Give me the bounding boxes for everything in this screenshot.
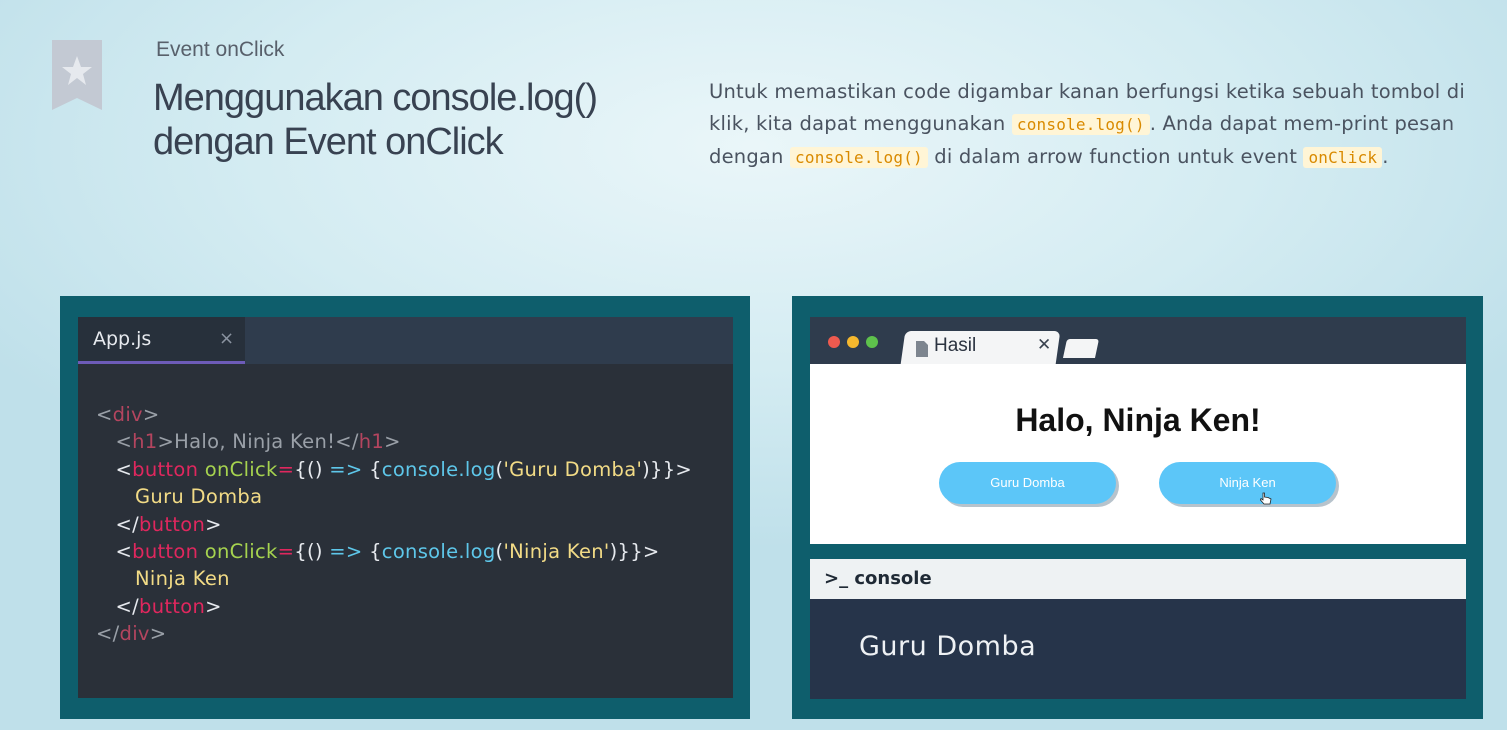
title-line-1: Menggunakan console.log() — [153, 77, 598, 119]
console-output-area: Guru Domba — [810, 599, 1466, 699]
close-icon[interactable]: × — [219, 328, 234, 349]
code-line: <button onClick={() => {console.log('Nin… — [115, 539, 660, 563]
guru-domba-button[interactable]: Guru Domba — [939, 462, 1116, 504]
code-line: Ninja Ken — [135, 567, 230, 591]
code-line: <div> — [96, 403, 160, 426]
code-editor-panel: App.js × <div> <h1>Halo, Ninja Ken!</h1>… — [60, 296, 750, 719]
inline-code: console.log() — [790, 147, 928, 168]
tab-app-js[interactable]: App.js × — [78, 317, 245, 364]
hand-cursor-icon — [1260, 492, 1272, 505]
browser-page: Halo, Ninja Ken! Guru Domba Ninja Ken — [810, 364, 1466, 544]
lesson-description: Untuk memastikan code digambar kanan ber… — [709, 76, 1469, 174]
console-header: >_ console — [810, 559, 1466, 599]
lesson-kicker: Event onClick — [156, 38, 285, 61]
file-icon — [916, 341, 928, 357]
tab-label: App.js — [93, 328, 152, 350]
page-heading: Halo, Ninja Ken! — [1015, 402, 1261, 438]
browser-tab-bar: Hasil ✕ — [810, 317, 1466, 364]
code-line: <h1>Halo, Ninja Ken!</h1> — [115, 430, 401, 454]
code-line: Guru Domba — [135, 485, 263, 509]
inline-code: console.log() — [1011, 114, 1150, 135]
desc-text-4: . — [1382, 145, 1389, 168]
new-tab-button[interactable] — [1062, 339, 1100, 358]
inline-code: onClick — [1303, 147, 1383, 168]
tab-label: Hasil — [934, 335, 977, 356]
console-output: Guru Domba — [859, 631, 1037, 662]
maximize-window-dot[interactable] — [866, 336, 878, 348]
code-line: </div> — [96, 622, 167, 646]
code-line: <button onClick={() => {console.log('Gur… — [115, 457, 693, 481]
ninja-ken-button[interactable]: Ninja Ken — [1159, 462, 1336, 504]
code-line: </button> — [115, 594, 222, 618]
code-line: </button> — [115, 512, 222, 536]
close-window-dot[interactable] — [828, 336, 840, 348]
code-editor: App.js × <div> <h1>Halo, Ninja Ken!</h1>… — [78, 317, 733, 698]
desc-text-3: di dalam arrow function untuk event — [927, 145, 1304, 168]
title-line-2: dengan Event onClick — [153, 121, 504, 163]
bookmark-star-icon[interactable] — [52, 40, 102, 110]
code-content: <div> <h1>Halo, Ninja Ken!</h1> <button … — [96, 401, 692, 648]
page-title: Menggunakan console.log() dengan Event o… — [153, 76, 673, 164]
minimize-window-dot[interactable] — [847, 336, 859, 348]
close-icon[interactable]: ✕ — [1037, 335, 1051, 355]
editor-tab-bar: App.js × — [78, 317, 733, 364]
browser-preview-panel: Hasil ✕ Halo, Ninja Ken! Guru Domba Ninj… — [792, 296, 1483, 719]
console-label: >_ console — [824, 568, 932, 589]
